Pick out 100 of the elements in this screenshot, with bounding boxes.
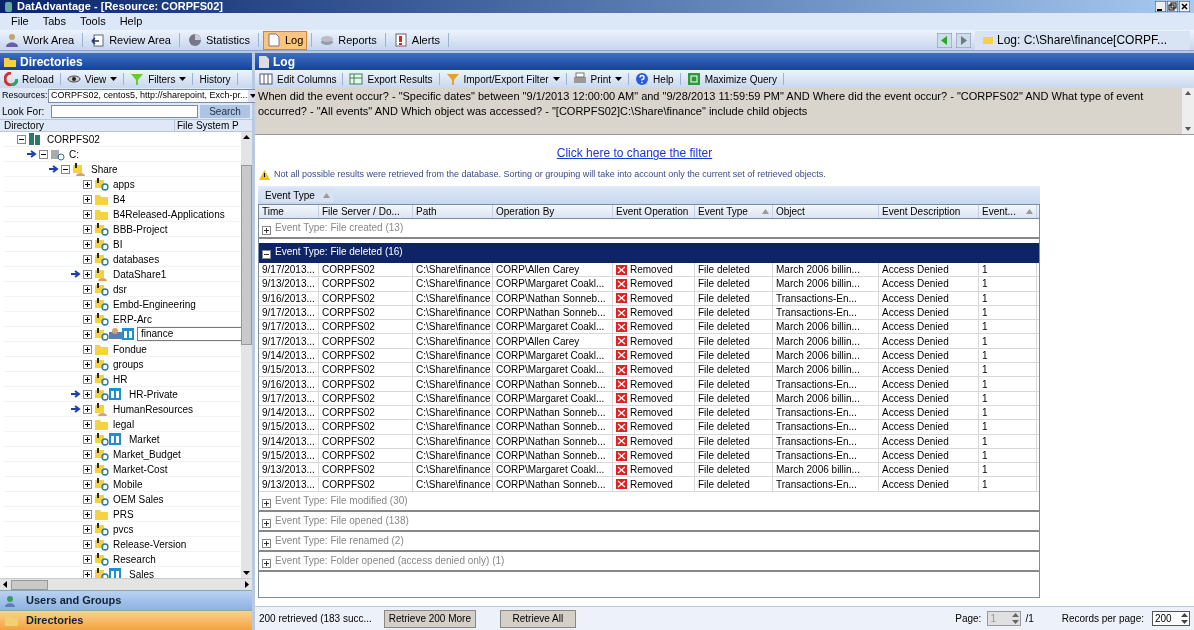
expand-icon[interactable] (83, 419, 92, 429)
column-header[interactable]: Operation By (493, 205, 613, 218)
column-header[interactable]: Event Operation (613, 205, 695, 218)
nav-button[interactable]: Users and Groups (0, 590, 252, 610)
expand-icon[interactable] (83, 509, 92, 519)
toolbar-button[interactable]: View (62, 71, 122, 87)
tree-item[interactable]: legal (4, 417, 241, 432)
toolbar-button[interactable]: Reports (316, 30, 381, 50)
tree-item[interactable]: HumanResources (4, 402, 241, 417)
expand-icon[interactable] (83, 254, 92, 264)
expand-icon[interactable] (83, 239, 92, 249)
horizontal-scrollbar[interactable] (0, 578, 252, 590)
expand-icon[interactable] (83, 479, 92, 489)
expand-icon[interactable] (83, 554, 92, 564)
column-header[interactable]: Object (773, 205, 879, 218)
tree-item[interactable]: apps (4, 177, 241, 192)
tree-item[interactable]: pvcs (4, 522, 241, 537)
tree-item[interactable]: Embd-Engineering (4, 297, 241, 312)
expand-icon[interactable] (83, 209, 92, 219)
tree-item[interactable]: finance (4, 327, 241, 342)
retrieve-more-button[interactable]: Retrieve 200 More (383, 609, 476, 628)
expand-icon[interactable] (83, 269, 92, 279)
tree-item[interactable]: HR (4, 372, 241, 387)
column-header[interactable]: Path (413, 205, 493, 218)
toolbar-button[interactable]: Alerts (389, 30, 444, 50)
collapse-icon[interactable] (61, 164, 70, 174)
scroll-thumb[interactable] (241, 165, 252, 345)
tree-item[interactable]: Market (4, 432, 241, 447)
tree-item[interactable]: Share (4, 162, 241, 177)
tree-item[interactable]: CORPFS02 (4, 132, 241, 147)
forward-icon[interactable] (956, 32, 971, 48)
expand-icon[interactable] (83, 539, 92, 549)
close-icon[interactable] (1179, 1, 1190, 12)
tree-item[interactable]: DataShare1 (4, 267, 241, 282)
tree-item[interactable]: C: (4, 147, 241, 162)
column-header[interactable]: Time (259, 205, 319, 218)
toolbar-button[interactable]: Filters (126, 71, 191, 87)
expand-icon[interactable] (83, 329, 92, 339)
toolbar-button[interactable]: Reload (0, 71, 58, 87)
scroll-thumb[interactable] (11, 579, 48, 590)
tree-item[interactable]: Fondue (4, 342, 241, 357)
tree-item[interactable]: HR-Private (4, 387, 241, 402)
retrieve-all-button[interactable]: Retrieve All (499, 609, 576, 628)
expand-icon[interactable] (83, 374, 92, 384)
search-button[interactable]: Search (200, 105, 250, 118)
toolbar-button[interactable]: Edit Columns (255, 71, 341, 87)
menu-item[interactable]: Help (112, 13, 150, 30)
toolbar-button[interactable]: History (195, 71, 235, 87)
toolbar-button[interactable]: Import/Export Filter (441, 71, 564, 87)
expand-icon[interactable] (83, 404, 92, 414)
expand-icon[interactable] (83, 434, 92, 444)
back-icon[interactable] (937, 32, 952, 48)
expand-icon[interactable] (83, 284, 92, 294)
tree-item[interactable]: B4 (4, 192, 241, 207)
expand-icon[interactable] (83, 224, 92, 234)
records-per-page-spinner[interactable]: 200 (1152, 611, 1190, 626)
expand-icon[interactable] (83, 494, 92, 504)
collapse-icon[interactable] (39, 149, 48, 159)
tree-item[interactable]: PRS (4, 507, 241, 522)
column-header[interactable]: Event Type (695, 205, 773, 218)
toolbar-button[interactable]: Work Area (1, 30, 79, 50)
menu-item[interactable]: Tools (73, 13, 113, 30)
expand-icon[interactable] (83, 179, 92, 189)
minimize-icon[interactable] (1155, 1, 1166, 12)
expand-icon[interactable] (83, 359, 92, 369)
vertical-scrollbar[interactable] (241, 132, 252, 578)
column-header[interactable]: File System P (175, 120, 252, 131)
tree-item[interactable]: Research (4, 552, 241, 567)
column-header[interactable]: File Server / Do... (319, 205, 413, 218)
toolbar-button[interactable]: Help (631, 71, 678, 87)
expand-icon[interactable] (83, 344, 92, 354)
tree-item[interactable]: B4Released-Applications (4, 207, 241, 222)
toolbar-button[interactable]: Maximize Query (682, 71, 781, 87)
toolbar-button[interactable]: Log (262, 30, 308, 50)
expand-icon[interactable] (83, 299, 92, 309)
menu-item[interactable]: File (4, 13, 36, 30)
column-header[interactable]: Event... (979, 205, 1037, 218)
rename-field[interactable]: finance (137, 327, 241, 341)
restore-icon[interactable] (1167, 1, 1178, 12)
column-header[interactable]: Directory (0, 120, 175, 131)
tree-item[interactable]: databases (4, 252, 241, 267)
toolbar-button[interactable]: Print (568, 71, 627, 87)
tree-item[interactable]: Market_Budget (4, 447, 241, 462)
tree-item[interactable]: groups (4, 357, 241, 372)
nav-button[interactable]: Directories (0, 610, 252, 630)
tree-item[interactable]: OEM Sales (4, 492, 241, 507)
expand-icon[interactable] (83, 524, 92, 534)
collapse-icon[interactable] (17, 134, 26, 144)
column-header[interactable]: Event Description (879, 205, 979, 218)
group-row[interactable]: Event Type: File deleted (16) (259, 243, 1039, 263)
expand-icon[interactable] (83, 194, 92, 204)
menu-item[interactable]: Tabs (35, 13, 73, 30)
toolbar-button[interactable]: Statistics (183, 30, 254, 50)
tree-item[interactable]: Mobile (4, 477, 241, 492)
look-for-field[interactable] (51, 105, 198, 118)
tree-item[interactable]: Market-Cost (4, 462, 241, 477)
vertical-scrollbar[interactable] (1182, 88, 1194, 134)
expand-icon[interactable] (83, 389, 92, 399)
tree-item[interactable]: dsr (4, 282, 241, 297)
change-filter-link[interactable]: Click here to change the filter (556, 144, 713, 162)
